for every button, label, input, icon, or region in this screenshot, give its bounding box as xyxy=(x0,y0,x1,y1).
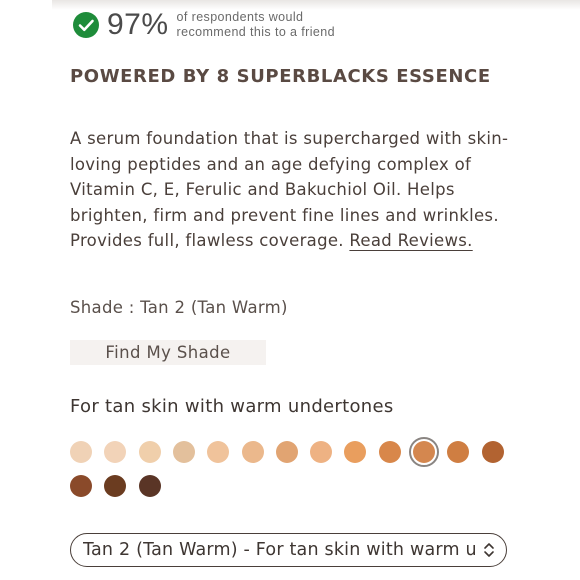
selected-shade-label: Shade : Tan 2 (Tan Warm) xyxy=(70,298,288,317)
shade-swatch[interactable] xyxy=(241,441,264,463)
recommend-percent: 97% xyxy=(107,8,169,41)
shade-swatch[interactable] xyxy=(310,441,333,463)
shade-swatch[interactable] xyxy=(138,475,161,497)
shade-swatch[interactable] xyxy=(344,441,367,463)
shade-swatch[interactable] xyxy=(481,441,504,463)
recommend-caption-line-2: recommend this to a friend xyxy=(176,25,335,39)
shade-swatch[interactable] xyxy=(172,441,195,463)
undertone-description: For tan skin with warm undertones xyxy=(70,396,394,417)
shade-swatch[interactable] xyxy=(70,475,92,497)
shade-swatch[interactable] xyxy=(413,441,435,463)
find-my-shade-button[interactable]: Find My Shade xyxy=(70,340,266,365)
product-description: A serum foundation that is supercharged … xyxy=(70,126,510,254)
chevron-up-down-icon xyxy=(484,543,494,557)
read-reviews-link[interactable]: Read Reviews. xyxy=(349,231,472,250)
shade-select[interactable]: Tan 2 (Tan Warm) - For tan skin with war… xyxy=(70,533,507,567)
shade-swatch[interactable] xyxy=(104,475,127,497)
shade-swatch[interactable] xyxy=(104,441,127,463)
check-circle-icon xyxy=(73,12,99,38)
shade-swatch[interactable] xyxy=(447,441,470,463)
shade-swatch[interactable] xyxy=(275,441,298,463)
recommendation-summary: 97% of respondents would recommend this … xyxy=(72,10,335,40)
recommend-caption: of respondents would recommend this to a… xyxy=(177,10,335,40)
shade-swatch[interactable] xyxy=(378,441,401,463)
shade-select-value: Tan 2 (Tan Warm) - For tan skin with war… xyxy=(83,540,478,560)
recommend-caption-line-1: of respondents would xyxy=(176,10,304,24)
shade-swatch[interactable] xyxy=(70,441,92,463)
shade-swatch[interactable] xyxy=(207,441,230,463)
shade-swatch[interactable] xyxy=(138,441,161,463)
section-heading: POWERED BY 8 SUPERBLACKS ESSENCE xyxy=(70,66,491,87)
